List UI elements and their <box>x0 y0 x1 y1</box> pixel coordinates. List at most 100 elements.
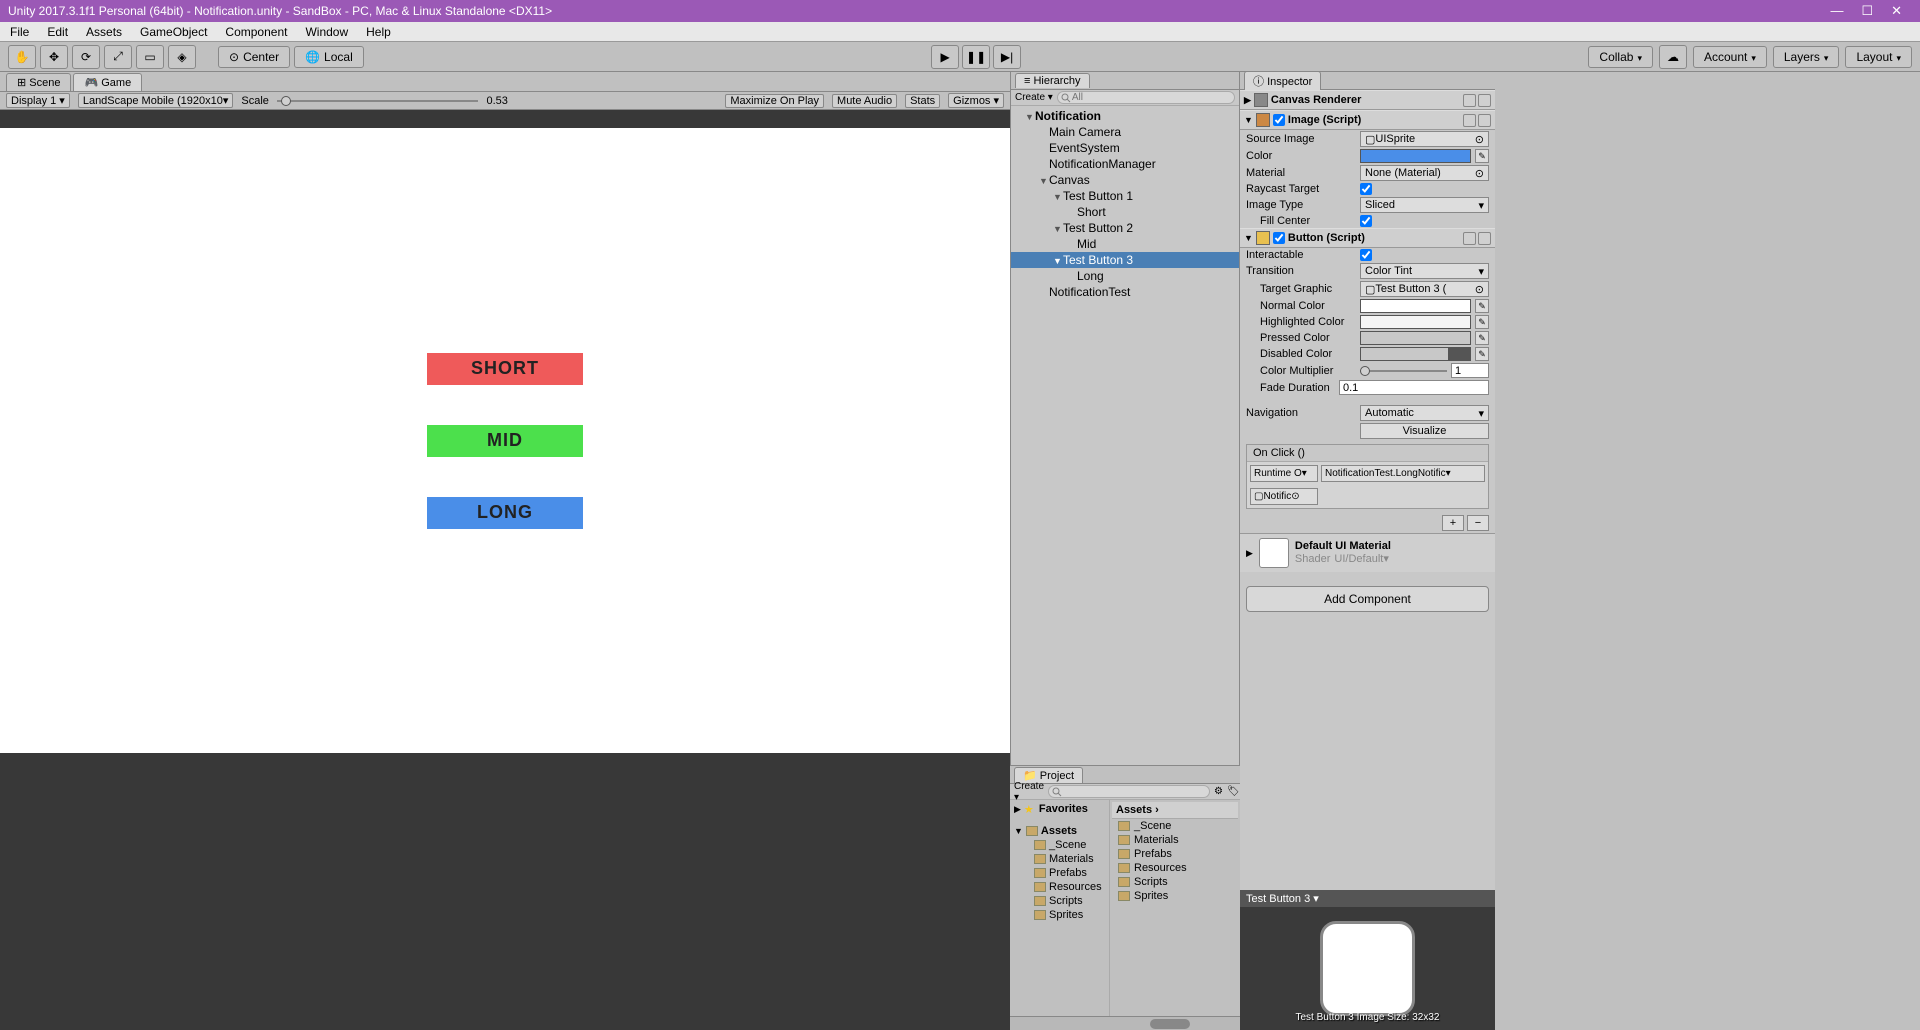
hand-tool-icon[interactable]: ✋ <box>8 45 36 69</box>
tab-game[interactable]: 🎮 Game <box>73 73 142 91</box>
project-folder[interactable]: Prefabs <box>1012 866 1107 880</box>
game-button-short[interactable]: SHORT <box>427 353 583 385</box>
transition-dropdown[interactable]: Color Tint▾ <box>1360 263 1489 279</box>
hierarchy-item[interactable]: ▼Test Button 1 <box>1011 188 1239 204</box>
display-dropdown[interactable]: Display 1 ▾ <box>6 93 70 108</box>
project-folder[interactable]: Sprites <box>1012 908 1107 922</box>
layers-button[interactable]: Layers <box>1773 46 1840 68</box>
menu-file[interactable]: File <box>10 25 29 39</box>
hierarchy-item[interactable]: Long <box>1011 268 1239 284</box>
hierarchy-create-button[interactable]: Create ▾ <box>1015 92 1053 103</box>
project-list-item[interactable]: _Scene <box>1112 819 1238 833</box>
hierarchy-search-input[interactable] <box>1057 91 1235 104</box>
pivot-toggle[interactable]: ⊙ Center <box>218 46 290 68</box>
color-picker-icon[interactable]: ✎ <box>1475 149 1489 163</box>
fill-center-checkbox[interactable] <box>1360 215 1372 227</box>
gear-icon[interactable] <box>1478 94 1491 107</box>
tab-hierarchy[interactable]: ≡ Hierarchy <box>1015 73 1090 88</box>
color-picker-icon[interactable]: ✎ <box>1475 299 1489 313</box>
source-image-field[interactable]: ▢ UISprite⊙ <box>1360 131 1489 147</box>
project-folder[interactable]: _Scene <box>1012 838 1107 852</box>
play-icon[interactable]: ▶ <box>931 45 959 69</box>
onclick-remove-button[interactable]: − <box>1467 515 1489 531</box>
menu-gameobject[interactable]: GameObject <box>140 25 207 39</box>
project-folder[interactable]: Materials <box>1012 852 1107 866</box>
image-color-field[interactable] <box>1360 149 1471 163</box>
project-list-item[interactable]: Resources <box>1112 861 1238 875</box>
add-component-button[interactable]: Add Component <box>1246 586 1489 612</box>
help-icon[interactable] <box>1463 94 1476 107</box>
hierarchy-item[interactable]: ▼Notification <box>1011 108 1239 124</box>
shader-dropdown[interactable]: UI/Default▾ <box>1334 552 1388 566</box>
hierarchy-item[interactable]: Main Camera <box>1011 124 1239 140</box>
normal-color-field[interactable] <box>1360 299 1471 313</box>
component-canvas-renderer[interactable]: ▶ Canvas Renderer <box>1240 90 1495 110</box>
gear-icon[interactable] <box>1478 232 1491 245</box>
project-list-item[interactable]: Prefabs <box>1112 847 1238 861</box>
menu-window[interactable]: Window <box>305 25 348 39</box>
aspect-dropdown[interactable]: LandScape Mobile (1920x10▾ <box>78 93 234 108</box>
maximize-icon[interactable]: ☐ <box>1861 3 1873 19</box>
menu-component[interactable]: Component <box>225 25 287 39</box>
help-icon[interactable] <box>1463 232 1476 245</box>
transform-tool-icon[interactable]: ◈ <box>168 45 196 69</box>
color-picker-icon[interactable]: ✎ <box>1475 315 1489 329</box>
maximize-on-play-toggle[interactable]: Maximize On Play <box>725 94 824 108</box>
help-icon[interactable] <box>1463 114 1476 127</box>
pressed-color-field[interactable] <box>1360 331 1471 345</box>
navigation-dropdown[interactable]: Automatic▾ <box>1360 405 1489 421</box>
button-enabled-checkbox[interactable] <box>1273 232 1285 244</box>
rect-tool-icon[interactable]: ▭ <box>136 45 164 69</box>
hierarchy-item[interactable]: NotificationTest <box>1011 284 1239 300</box>
project-breadcrumb[interactable]: Assets › <box>1112 802 1238 819</box>
target-graphic-field[interactable]: ▢ Test Button 3 (⊙ <box>1360 281 1489 297</box>
component-button[interactable]: ▼ Button (Script) <box>1240 228 1495 248</box>
project-label-icon[interactable]: 🏷 <box>1227 786 1240 797</box>
hierarchy-item[interactable]: ▼Test Button 3 <box>1011 252 1239 268</box>
raycast-target-checkbox[interactable] <box>1360 183 1372 195</box>
scale-tool-icon[interactable]: ⤢ <box>104 45 132 69</box>
onclick-state-dropdown[interactable]: Runtime O▾ <box>1250 465 1318 482</box>
project-assets-root[interactable]: ▼Assets <box>1012 824 1107 838</box>
account-button[interactable]: Account <box>1693 46 1767 68</box>
project-list-item[interactable]: Materials <box>1112 833 1238 847</box>
space-toggle[interactable]: 🌐 Local <box>294 46 364 68</box>
onclick-method-dropdown[interactable]: NotificationTest.LongNotific▾ <box>1321 465 1485 482</box>
layout-button[interactable]: Layout <box>1845 46 1912 68</box>
image-type-dropdown[interactable]: Sliced▾ <box>1360 197 1489 213</box>
step-icon[interactable]: ▶| <box>993 45 1021 69</box>
hierarchy-item[interactable]: Short <box>1011 204 1239 220</box>
menu-help[interactable]: Help <box>366 25 391 39</box>
color-multiplier-input[interactable] <box>1451 363 1489 378</box>
tab-scene[interactable]: ⊞ Scene <box>6 73 71 91</box>
material-field[interactable]: None (Material)⊙ <box>1360 165 1489 181</box>
project-folder[interactable]: Resources <box>1012 880 1107 894</box>
project-filter-icon[interactable]: ⚙ <box>1214 786 1223 797</box>
color-picker-icon[interactable]: ✎ <box>1475 331 1489 345</box>
hierarchy-item[interactable]: Mid <box>1011 236 1239 252</box>
fade-duration-input[interactable] <box>1339 380 1489 395</box>
move-tool-icon[interactable]: ✥ <box>40 45 68 69</box>
project-list-item[interactable]: Scripts <box>1112 875 1238 889</box>
gear-icon[interactable] <box>1478 114 1491 127</box>
component-image[interactable]: ▼ Image (Script) <box>1240 110 1495 130</box>
project-favorites[interactable]: ▶★Favorites <box>1012 802 1107 816</box>
visualize-button[interactable]: Visualize <box>1360 423 1489 439</box>
hierarchy-item[interactable]: EventSystem <box>1011 140 1239 156</box>
hierarchy-item[interactable]: NotificationManager <box>1011 156 1239 172</box>
menu-assets[interactable]: Assets <box>86 25 122 39</box>
color-picker-icon[interactable]: ✎ <box>1475 347 1489 361</box>
rotate-tool-icon[interactable]: ⟳ <box>72 45 100 69</box>
game-button-mid[interactable]: MID <box>427 425 583 457</box>
color-multiplier-slider[interactable] <box>1360 364 1447 378</box>
component-material[interactable]: ▶ Default UI Material ShaderUI/Default▾ <box>1240 533 1495 572</box>
image-enabled-checkbox[interactable] <box>1273 114 1285 126</box>
project-scrollbar[interactable] <box>1010 1016 1240 1030</box>
highlighted-color-field[interactable] <box>1360 315 1471 329</box>
hierarchy-item[interactable]: ▼Canvas <box>1011 172 1239 188</box>
project-list-item[interactable]: Sprites <box>1112 889 1238 903</box>
mute-audio-toggle[interactable]: Mute Audio <box>832 94 897 108</box>
scale-slider[interactable] <box>277 94 479 108</box>
collab-button[interactable]: Collab <box>1588 46 1653 68</box>
pause-icon[interactable]: ❚❚ <box>962 45 990 69</box>
